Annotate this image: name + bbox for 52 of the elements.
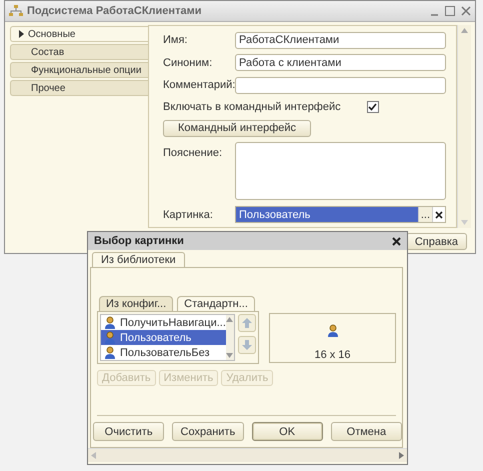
dialog-button[interactable]: Очистить — [93, 422, 164, 441]
scrollbar[interactable] — [226, 315, 234, 360]
user-icon — [104, 331, 116, 344]
close-icon[interactable] — [392, 236, 401, 246]
window-title: Подсистема РаботаСКлиентами — [27, 5, 202, 17]
field-label: Имя: — [163, 34, 188, 46]
side-tab[interactable]: Основные — [10, 26, 148, 42]
field-label: Комментарий: — [163, 79, 235, 92]
dialog-tab[interactable]: Из библиотеки — [92, 252, 185, 267]
help-button[interactable]: Справка — [406, 233, 467, 250]
select-button[interactable]: ... — [418, 207, 432, 222]
scroll-down-icon[interactable] — [461, 220, 468, 225]
scrollbar[interactable] — [457, 25, 471, 228]
move-up-icon[interactable] — [242, 318, 252, 328]
clear-icon[interactable] — [435, 210, 443, 219]
text-field[interactable]: РаботаСКлиентами — [235, 32, 446, 49]
field-label: Пояснение: — [163, 146, 224, 159]
side-tab[interactable]: Прочее — [10, 80, 148, 96]
scroll-up-icon[interactable] — [461, 28, 468, 33]
source-tab[interactable]: Из конфиг... — [99, 296, 174, 311]
text-field[interactable]: Работа с клиентами — [235, 54, 446, 72]
scroll-down-icon[interactable] — [226, 353, 234, 358]
user-icon — [326, 324, 338, 337]
move-down-icon[interactable] — [242, 340, 252, 350]
horizontal-scrollbar[interactable] — [88, 448, 407, 462]
scroll-left-icon[interactable] — [91, 452, 96, 459]
source-tab[interactable]: Стандартн... — [177, 296, 255, 311]
user-icon — [104, 316, 116, 329]
picture-field[interactable]: Пользователь ... — [235, 206, 446, 224]
checkbox[interactable] — [366, 100, 379, 113]
text-area[interactable] — [235, 142, 446, 200]
list-item[interactable]: Пользователь — [101, 330, 226, 345]
dialog-button[interactable]: OK — [252, 422, 323, 441]
list-item[interactable]: ПолучитьНавигаци... — [101, 315, 226, 330]
size-label: 16 x 16 — [314, 349, 351, 361]
dialog-title: Выбор картинки — [94, 235, 184, 247]
maximize-icon[interactable] — [445, 6, 455, 16]
scroll-right-icon[interactable] — [399, 452, 404, 459]
dialog-button[interactable]: Отмена — [330, 422, 402, 441]
scroll-up-icon[interactable] — [226, 317, 234, 322]
side-tab[interactable]: Состав — [10, 44, 148, 60]
command-interface-button[interactable]: Командный интерфейс — [163, 120, 312, 137]
text-field[interactable] — [235, 76, 446, 94]
user-icon — [104, 346, 116, 359]
field-label: Картинка: — [163, 208, 214, 221]
side-tab[interactable]: Функциональные опции — [10, 62, 148, 78]
list-item[interactable]: ПользовательБез — [101, 345, 226, 360]
pointer-icon — [19, 30, 24, 38]
hierarchy-icon — [9, 5, 23, 17]
field-label: Синоним: — [163, 56, 214, 69]
dialog-button[interactable]: Сохранить — [172, 422, 244, 441]
checkbox-label: Включать в командный интерфейс — [163, 100, 341, 113]
